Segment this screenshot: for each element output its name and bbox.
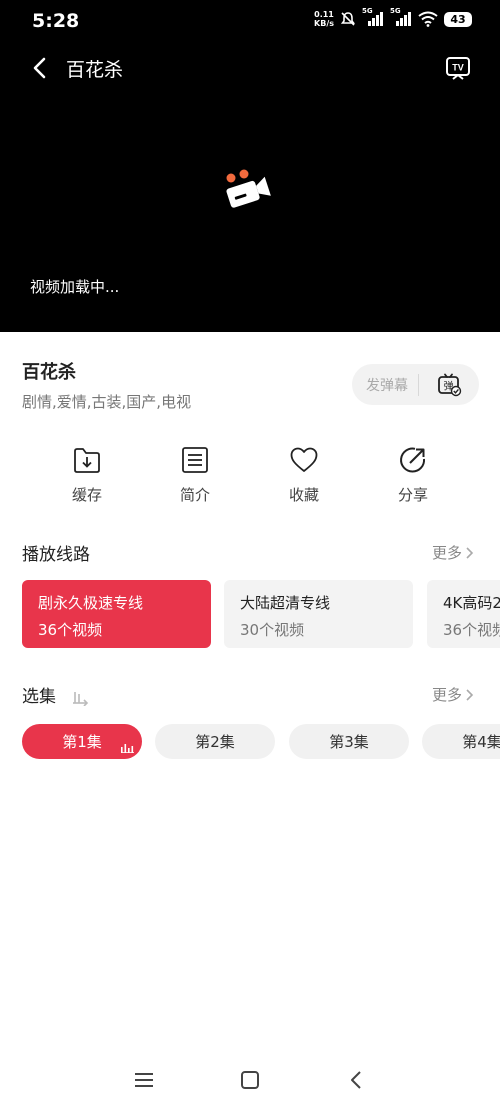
show-title: 百花杀 [22, 362, 76, 383]
favorite-label: 收藏 [288, 486, 319, 504]
now-playing-icon [121, 744, 134, 753]
share-button[interactable]: 分享 [373, 445, 453, 505]
player-topbar: 百花杀 TV [0, 48, 500, 88]
share-icon [400, 447, 426, 473]
episodes-list: 第1集 第2集 第3集 第4集 [22, 724, 500, 760]
routes-title: 播放线路 [22, 545, 90, 565]
routes-list: 剧永久极速专线 36个视频 大陆超清专线 30个视频 4K高码2 36个视频 [22, 580, 500, 648]
menu-icon [135, 1073, 153, 1087]
episode-chip[interactable]: 第3集 [289, 724, 409, 759]
danmaku-input[interactable]: 发弹幕 [352, 375, 418, 395]
video-player[interactable]: 5:28 0.11 KB/s 5G 5G 43 百花杀 TV 视频加载中... [0, 0, 500, 332]
episodes-title: 选集 [22, 687, 56, 707]
show-tags: 剧情,爱情,古装,国产,电视 [22, 393, 192, 411]
chevron-left-icon [33, 57, 46, 79]
home-square-icon [241, 1071, 259, 1089]
action-row: 缓存 简介 收藏 分享 [0, 445, 500, 515]
signal-2-icon: 5G [390, 7, 412, 27]
sort-icon[interactable] [71, 690, 89, 706]
battery-indicator: 43 [444, 11, 472, 27]
share-label: 分享 [397, 486, 428, 504]
route-count: 30个视频 [240, 621, 305, 639]
route-count: 36个视频 [38, 621, 103, 639]
download-folder-icon [74, 448, 100, 473]
back-button[interactable] [26, 54, 54, 82]
wifi-icon [418, 11, 438, 27]
route-item[interactable]: 剧永久极速专线 36个视频 [22, 580, 211, 648]
loading-text: 视频加载中... [30, 278, 120, 296]
episodes-header: 选集 更多 [22, 682, 478, 708]
heart-icon [290, 447, 318, 472]
episode-chip[interactable]: 第2集 [155, 724, 275, 759]
cache-label: 缓存 [71, 486, 102, 504]
signal-1-icon: 5G [362, 7, 384, 27]
mute-bell-icon [340, 12, 356, 26]
danmaku-toggle-icon: 弹 [438, 373, 462, 396]
favorite-button[interactable]: 收藏 [264, 445, 344, 505]
chevron-right-icon [466, 546, 474, 559]
chevron-right-icon [466, 688, 474, 701]
tv-cast-icon: TV [446, 57, 470, 80]
svg-text:TV: TV [452, 63, 464, 73]
status-time: 5:28 [32, 10, 80, 32]
episodes-more-button[interactable]: 更多 [432, 684, 474, 705]
danmaku-toggle-button[interactable]: 弹 [419, 364, 479, 405]
episode-chip[interactable]: 第1集 [22, 724, 142, 759]
recent-apps-button[interactable] [132, 1068, 156, 1092]
intro-label: 简介 [179, 486, 210, 504]
status-bar: 5:28 0.11 KB/s 5G 5G 43 [0, 0, 500, 46]
document-icon [182, 447, 208, 473]
routes-more-button[interactable]: 更多 [432, 542, 474, 563]
episode-chip[interactable]: 第4集 [422, 724, 500, 759]
status-icons: 0.11 KB/s 5G 5G 43 [314, 7, 472, 28]
intro-button[interactable]: 简介 [155, 445, 235, 505]
danmaku-bar: 发弹幕 弹 [352, 364, 479, 405]
route-count: 36个视频 [443, 621, 500, 639]
cache-button[interactable]: 缓存 [47, 445, 127, 505]
route-item[interactable]: 4K高码2 36个视频 [427, 580, 500, 648]
system-back-button[interactable] [344, 1068, 368, 1092]
system-nav-bar [0, 1060, 500, 1100]
player-title: 百花杀 [66, 59, 124, 81]
route-name: 4K高码2 [443, 594, 500, 612]
tv-cast-button[interactable]: TV [444, 54, 472, 82]
route-item[interactable]: 大陆超清专线 30个视频 [224, 580, 413, 648]
route-name: 剧永久极速专线 [38, 594, 144, 612]
video-camera-icon [226, 169, 271, 208]
routes-header: 播放线路 更多 [22, 540, 478, 566]
home-button[interactable] [238, 1068, 262, 1092]
route-name: 大陆超清专线 [240, 594, 331, 612]
chevron-left-icon [351, 1071, 361, 1089]
net-speed: 0.11 KB/s [314, 10, 334, 28]
